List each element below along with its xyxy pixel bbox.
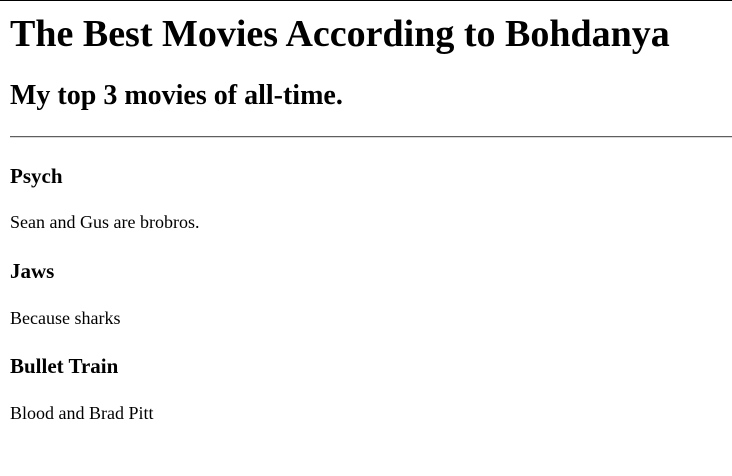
movie-item-jaws: Jaws Because sharks	[10, 233, 732, 329]
movie-title: Psych	[10, 164, 63, 188]
page-title: The Best Movies According to Bohdanya	[10, 13, 670, 55]
movie-title: Bullet Train	[10, 354, 119, 378]
movie-item-psych: Psych Sean and Gus are brobros.	[10, 138, 732, 233]
movie-description: Blood and Brad Pitt	[10, 403, 154, 423]
movie-title: Jaws	[10, 259, 55, 283]
page-content: The Best Movies According to Bohdanya My…	[10, 0, 732, 424]
movie-list: Psych Sean and Gus are brobros. Jaws Bec…	[10, 138, 732, 424]
movie-description: Sean and Gus are brobros.	[10, 212, 200, 232]
movie-item-bullet-train: Bullet Train Blood and Brad Pitt	[10, 329, 732, 424]
movie-description: Because sharks	[10, 308, 121, 328]
page-subtitle: My top 3 movies of all-time.	[10, 80, 343, 111]
